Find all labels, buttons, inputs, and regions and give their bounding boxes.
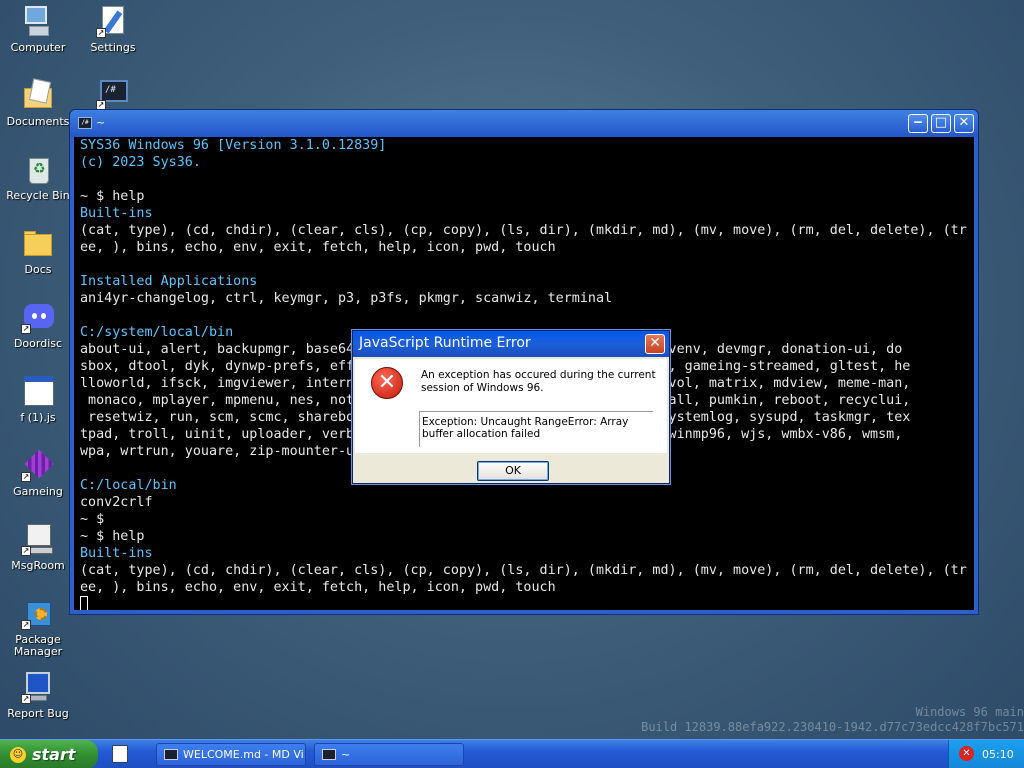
clock[interactable]: 05:10 (982, 740, 1014, 768)
error-tray-icon[interactable]: ✕ (959, 746, 974, 761)
terminal-icon: /# (78, 116, 92, 129)
computer-icon (21, 4, 55, 38)
taskbar-item-welcome-md[interactable]: WELCOME.md - MD Vi... (156, 743, 306, 766)
terminal-line: (cat, type), (cd, chdir), (clear, cls), … (80, 563, 967, 578)
desktop-icon-label: Report Bug (7, 707, 69, 720)
dialog-exception-text: Exception: Uncaught RangeError: Array bu… (419, 411, 653, 447)
desktop-icon-f1-js[interactable]: f (1).js (1, 374, 75, 424)
terminal-line: conv2crlf (80, 495, 153, 510)
dialog-title: JavaScript Runtime Error (353, 331, 669, 357)
terminal-line: ~ $ (80, 512, 105, 527)
terminal-prompt-line[interactable] (80, 596, 968, 610)
desktop-icon-package-manager[interactable]: ↗ Package Manager (1, 596, 75, 658)
desktop-icon-label: Computer (10, 41, 66, 54)
build-watermark: Windows 96 main Build 12839.88efa922.230… (594, 705, 1024, 735)
desktop-icon-label: Settings (90, 41, 136, 54)
start-button[interactable]: ☺ start (0, 740, 98, 768)
smiley-logo-icon: ☺ (10, 747, 26, 763)
terminal-line: Built-ins (80, 546, 153, 561)
terminal-icon (322, 749, 336, 760)
terminal-line: Installed Applications (80, 274, 258, 289)
terminal-title-text: ~ (96, 116, 106, 129)
chat-computer-icon: ↗ (21, 522, 55, 556)
desktop-icon-label: Recycle Bin (6, 189, 70, 202)
terminal-title: /# ~ (78, 116, 105, 129)
desktop-icon-report-bug[interactable]: ↗ Report Bug (1, 670, 75, 720)
terminal-line: ~ $ help (80, 189, 145, 204)
desktop-icon-computer[interactable]: Computer (1, 4, 75, 54)
terminal-titlebar[interactable]: /# ~ ‒ □ ✕ (70, 110, 978, 137)
terminal-line: (c) 2023 Sys36. (80, 155, 201, 170)
dialog-body: ✕ An exception has occured during the cu… (355, 359, 667, 453)
desktop-icon-label: Documents (6, 115, 70, 128)
script-file-icon (21, 374, 55, 408)
taskbar-item-label: ~ (341, 748, 351, 761)
error-dialog[interactable]: JavaScript Runtime Error ✕ ✕ An exceptio… (352, 330, 670, 484)
folder-icon (21, 226, 55, 260)
system-tray: ✕ 05:10 (948, 740, 1024, 768)
settings-icon: ↗ (96, 4, 130, 38)
minimize-button[interactable]: ‒ (908, 114, 928, 133)
quick-launch-document-icon[interactable] (112, 745, 128, 763)
discord-icon: ↗ (21, 300, 55, 334)
taskbar: ☺ start WELCOME.md - MD Vi... ~ ✕ 05:10 (0, 739, 1024, 768)
dialog-close-button[interactable]: ✕ (645, 334, 665, 354)
monitor-icon: ↗ (21, 670, 55, 704)
terminal-line: ani4yr-changelog, ctrl, keymgr, p3, p3fs… (80, 291, 613, 306)
terminal-line: ~ $ help (80, 529, 145, 544)
desktop-icon-label: Doordisc (13, 337, 63, 350)
desktop-icon-settings[interactable]: ↗ Settings (76, 4, 150, 54)
terminal-line: ee, ), bins, echo, env, exit, fetch, hel… (80, 580, 556, 595)
terminal-line: SYS36 Windows 96 [Version 3.1.0.12839] (80, 138, 387, 153)
watermark-line-2: Build 12839.88efa922.230410-1942.d77c73e… (641, 720, 1024, 734)
desktop-icon-gameing[interactable]: ↗ Gameing (1, 448, 75, 498)
desktop-icon-label: Gameing (13, 485, 63, 498)
start-label: start (32, 745, 76, 764)
maximize-button[interactable]: □ (931, 114, 951, 133)
terminal-line: Built-ins (80, 206, 153, 221)
desktop-icon-doordisc[interactable]: ↗ Doordisc (1, 300, 75, 350)
package-icon: ↗ (21, 596, 55, 630)
taskbar-item-label: WELCOME.md - MD Vi... (183, 748, 306, 761)
desktop-icon-documents[interactable]: Documents (1, 78, 75, 128)
watermark-line-1: Windows 96 main (915, 705, 1024, 719)
documents-icon (21, 78, 55, 112)
desktop-icon-recycle-bin[interactable]: ♻ Recycle Bin (1, 152, 75, 202)
desktop-icon-label: MsgRoom (11, 559, 65, 572)
desktop-icon-label: Package Manager (13, 633, 63, 658)
desktop-icon-msgroom[interactable]: ↗ MsgRoom (1, 522, 75, 572)
terminal-line: (cat, type), (cd, chdir), (clear, cls), … (80, 223, 967, 238)
taskbar-item-terminal[interactable]: ~ (314, 743, 464, 766)
desktop-icon-label: f (1).js (20, 411, 56, 424)
recycle-bin-icon: ♻ (21, 152, 55, 186)
dialog-message: An exception has occured during the curr… (421, 369, 656, 394)
desktop-icon-label: Docs (24, 263, 52, 276)
error-icon: ✕ (371, 367, 403, 399)
text-cursor (80, 596, 88, 610)
desktop-icon-docs[interactable]: Docs (1, 226, 75, 276)
md-viewer-icon (164, 749, 178, 760)
terminal-icon: /# ↗ (96, 76, 130, 110)
close-button[interactable]: ✕ (954, 114, 974, 133)
game-cube-icon: ↗ (21, 448, 55, 482)
ok-button[interactable]: OK (477, 461, 549, 481)
terminal-line: ee, ), bins, echo, env, exit, fetch, hel… (80, 240, 556, 255)
